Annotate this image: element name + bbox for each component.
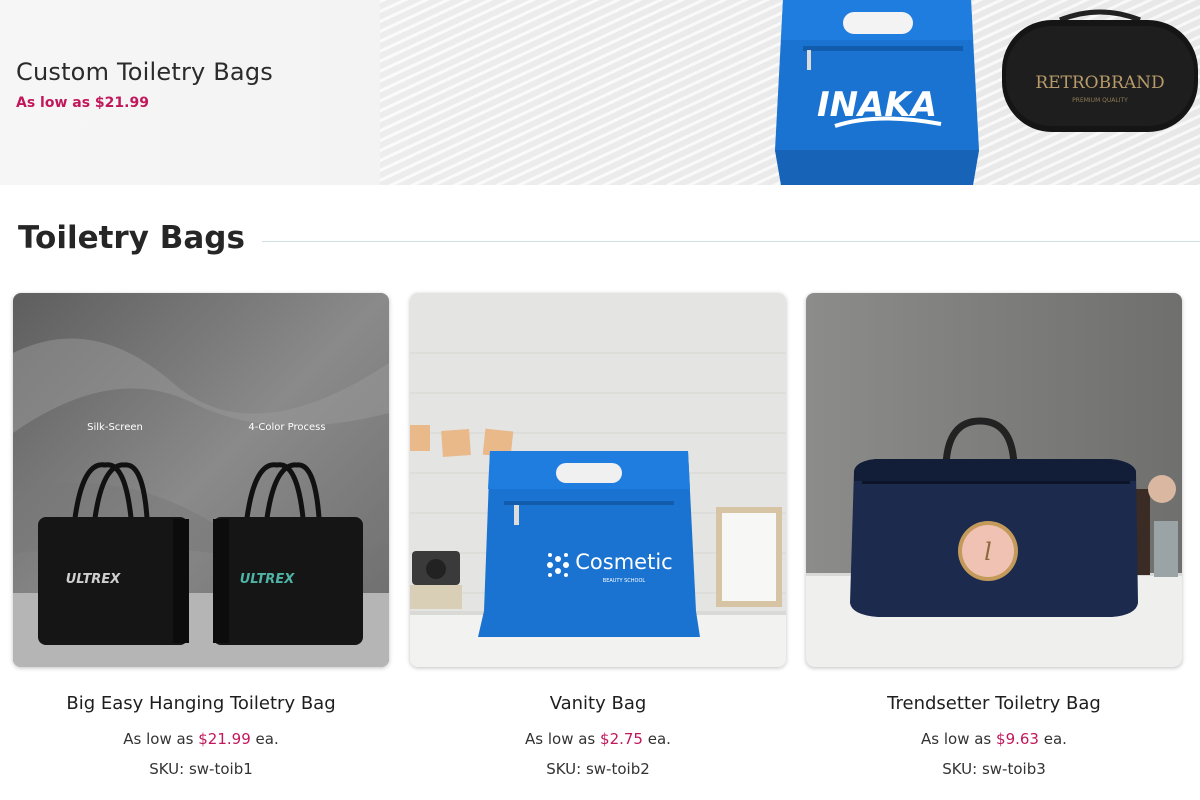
product-card[interactable]: Silk-Screen 4-Color Process ULTREX ULTRE… (13, 293, 389, 778)
banner-black-case-image: RETROBRAND PREMIUM QUALITY (1002, 9, 1198, 132)
image-brand: Cosmetic (575, 550, 672, 574)
image-brand-right: ULTREX (240, 572, 295, 587)
image-label-4color: 4-Color Process (248, 422, 325, 433)
product-price: As low as $2.75 ea. (410, 730, 786, 748)
product-sku: SKU: sw-toib1 (149, 760, 253, 778)
price-prefix: As low as (525, 730, 596, 748)
banner-title: Custom Toiletry Bags (16, 58, 273, 86)
section-title: Toiletry Bags (18, 220, 245, 256)
image-label-silkscreen: Silk-Screen (87, 422, 143, 433)
image-brand-left: ULTREX (66, 572, 121, 587)
product-name[interactable]: Vanity Bag (410, 693, 786, 714)
product-price: As low as $21.99 ea. (13, 730, 389, 748)
product-card[interactable]: Cosmetic BEAUTY SCHOOL Vanity Bag As low… (410, 293, 786, 778)
product-card[interactable]: l Trendsetter Toiletry Bag As low as $9.… (806, 293, 1182, 778)
product-image[interactable]: Cosmetic BEAUTY SCHOOL (410, 293, 786, 667)
price-suffix: ea. (647, 730, 671, 748)
banner-case-brand: RETROBRAND (1035, 73, 1164, 93)
banner-blue-bag-image: INAKA (775, 0, 979, 185)
product-sku: SKU: sw-toib2 (546, 760, 650, 778)
section-divider (262, 241, 1200, 242)
product-name[interactable]: Big Easy Hanging Toiletry Bag (13, 693, 389, 714)
product-image[interactable]: Silk-Screen 4-Color Process ULTREX ULTRE… (13, 293, 389, 667)
product-name[interactable]: Trendsetter Toiletry Bag (806, 693, 1182, 714)
product-sku: SKU: sw-toib3 (942, 760, 1046, 778)
price-amount: $21.99 (198, 730, 251, 748)
price-suffix: ea. (1043, 730, 1067, 748)
image-brand: l (984, 538, 992, 566)
price-suffix: ea. (255, 730, 279, 748)
price-amount: $2.75 (600, 730, 643, 748)
price-prefix: As low as (921, 730, 992, 748)
banner-case-tagline: PREMIUM QUALITY (1072, 97, 1128, 104)
image-sub: BEAUTY SCHOOL (603, 578, 646, 584)
product-image[interactable]: l (806, 293, 1182, 667)
product-price: As low as $9.63 ea. (806, 730, 1182, 748)
banner-price: As low as $21.99 (16, 95, 149, 111)
price-amount: $9.63 (996, 730, 1039, 748)
price-prefix: As low as (123, 730, 194, 748)
hero-banner: Custom Toiletry Bags As low as $21.99 IN… (0, 0, 1200, 185)
